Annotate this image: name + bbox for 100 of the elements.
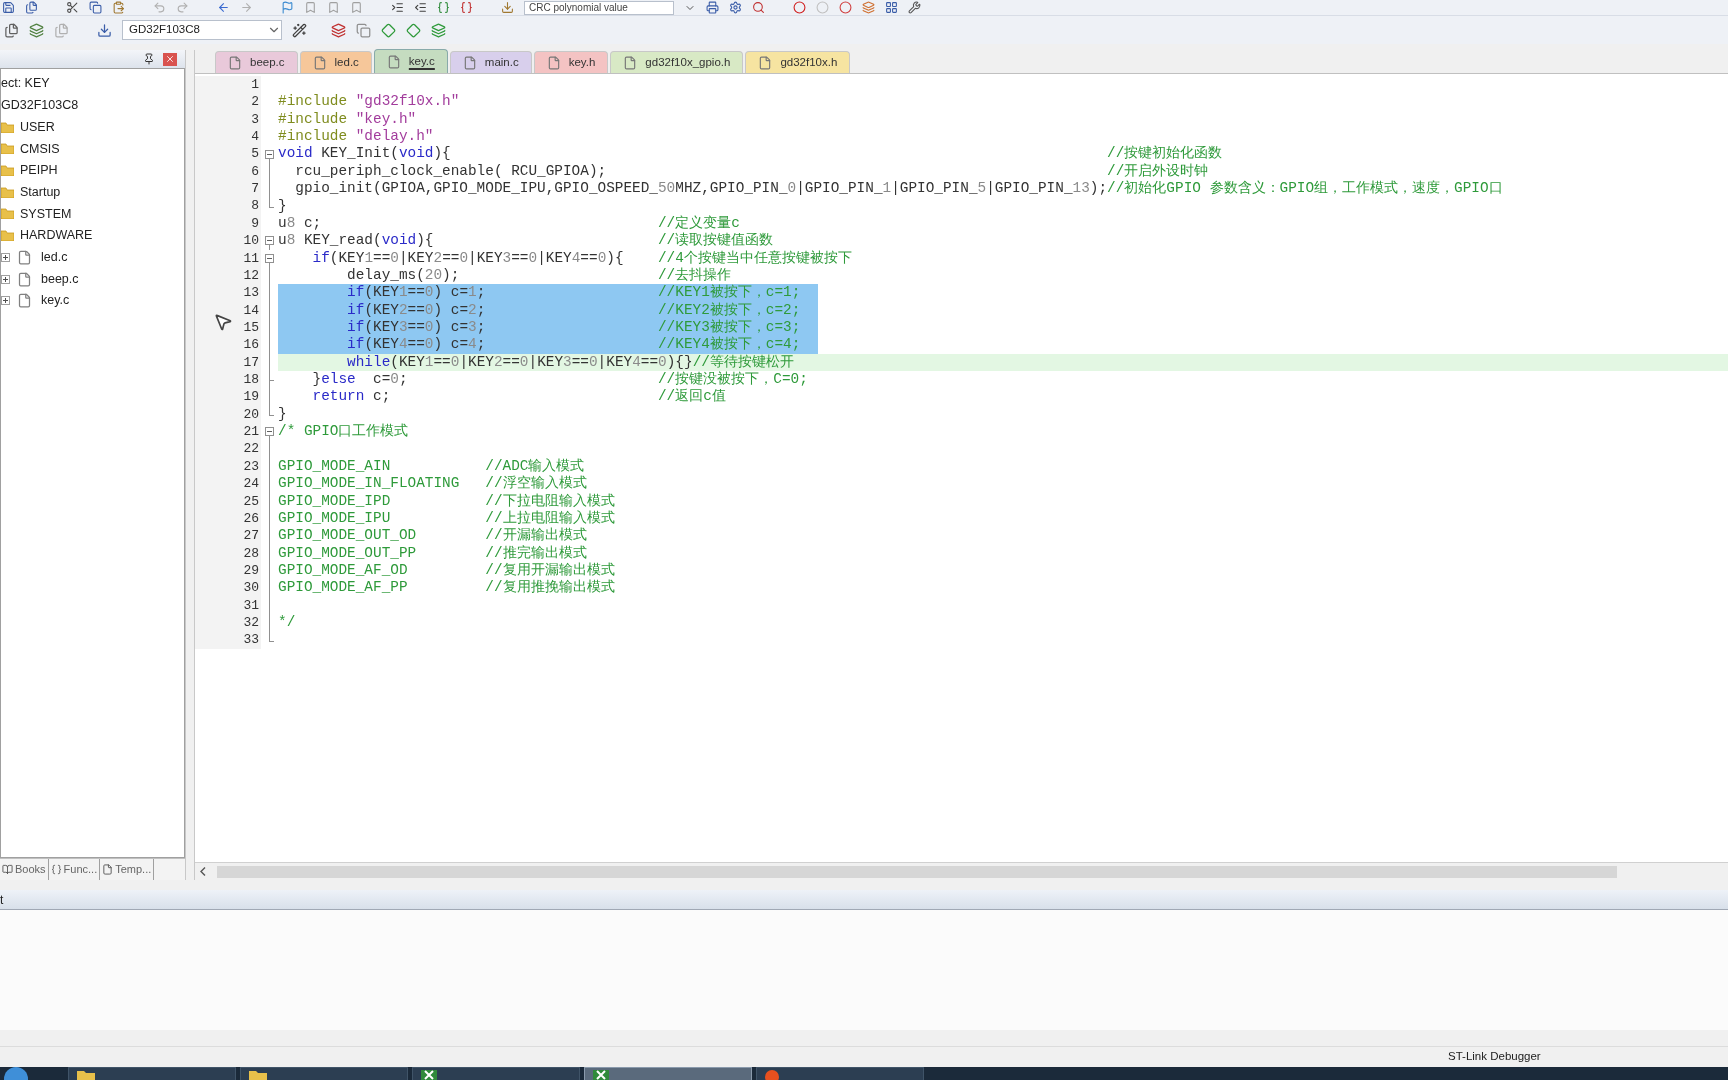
folder-icon [1,121,14,133]
scrollbar-thumb[interactable] [217,865,1617,878]
back-icon[interactable] [217,1,230,14]
tree-item[interactable]: beep.c [41,269,79,289]
code-line: GPIO_MODE_OUT_OD //开漏输出模式 [278,527,587,545]
line-number: 21 [243,423,259,442]
file-icon [102,864,114,875]
tree-item[interactable]: USER [20,117,55,137]
folder-icon [1,208,14,220]
paste-icon[interactable] [112,1,125,14]
file-tab[interactable]: gd32f10x_gpio.h [610,51,744,73]
save-icon[interactable] [2,1,15,14]
braces-icon[interactable] [437,1,450,14]
cut-icon[interactable] [66,1,79,14]
taskbar-button[interactable] [240,1067,408,1080]
line-number: 11 [243,249,259,268]
expand-icon[interactable] [1,252,10,262]
panel-tab[interactable]: Books [0,859,49,880]
code-line: GPIO_MODE_AIN //ADC输入模式 [278,457,585,475]
file-icon [228,55,242,70]
record-icon[interactable] [793,1,806,14]
flag-icon[interactable] [281,1,294,14]
circle-icon[interactable] [839,1,852,14]
file-tab[interactable]: gd32f10x.h [745,51,851,73]
tree-item[interactable]: Startup [20,182,61,202]
crc-field[interactable]: CRC polynomial value [524,0,674,15]
line-number: 19 [243,388,259,407]
search-icon[interactable] [752,1,765,14]
tree-item[interactable]: key.c [41,291,70,311]
close-button[interactable] [163,52,177,66]
file-icon [546,55,561,70]
layers-icon[interactable] [862,1,875,14]
taskbar-button[interactable] [68,1067,236,1080]
download-icon[interactable] [97,22,112,38]
line-number: 32 [243,614,259,633]
pin-icon[interactable] [143,53,155,65]
expand-icon[interactable] [1,274,10,284]
file-tab[interactable]: led.c [299,51,372,73]
layers-icon[interactable] [331,22,346,38]
file-tab[interactable]: key.c [373,49,448,73]
code-line: if(KEY1==0|KEY2==0|KEY3==0|KEY4==0){ //4个按键当中任意按键被按下 [311,249,852,267]
panel-title: t [0,891,4,909]
close-icon [165,54,175,64]
fold-minus-icon[interactable] [265,149,274,159]
layers-icon[interactable] [29,22,44,38]
file-icon [312,55,327,70]
line-number: 26 [243,509,259,528]
tree-item[interactable]: ect: KEY [1,74,50,94]
tree-item[interactable]: led.c [41,247,68,267]
line-number: 18 [243,371,259,390]
panel-tab[interactable]: Func... [48,859,101,880]
line-number: 4 [251,128,259,146]
file-tab[interactable]: main.c [449,51,532,73]
file-icon [17,293,32,309]
copy-icon[interactable] [89,1,102,14]
download-icon[interactable] [501,1,514,14]
braces-icon[interactable] [460,1,473,14]
line-number: 1 [251,75,259,94]
documents-icon[interactable] [4,22,19,38]
file-tab[interactable]: key.h [533,51,609,73]
diamond-icon[interactable] [381,22,396,38]
wand-icon[interactable] [292,22,307,38]
code-line: void KEY_Init(void){ //按键初始化函数 [278,145,1223,163]
wrench-icon[interactable] [908,1,921,14]
code-line: GPIO_MODE_OUT_PP //推完输出模式 [278,544,587,562]
tree-item[interactable]: HARDWARE [20,226,93,246]
fold-minus-icon[interactable] [265,427,274,437]
outdent-icon[interactable] [414,1,427,14]
settings-icon[interactable] [729,1,742,14]
line-number: 3 [251,110,259,129]
tree-item[interactable]: CMSIS [20,139,60,159]
tree-item[interactable]: GD32F103C8 [1,96,79,115]
fold-minus-icon[interactable] [265,253,274,263]
file-icon [17,249,32,265]
window-icon[interactable] [885,1,898,14]
panel-tab[interactable]: Temp... [100,859,155,880]
braces-icon [50,864,62,875]
target-select[interactable]: GD32F103C8 [122,20,282,40]
copy-icon[interactable] [356,22,371,38]
taskbar-button[interactable] [412,1067,580,1080]
code-line: GPIO_MODE_AF_OD //复用开漏输出模式 [278,562,615,579]
diamond-icon[interactable] [406,22,421,38]
tree-item[interactable]: SYSTEM [20,204,72,224]
taskbar-button[interactable] [756,1067,924,1080]
fold-minus-icon[interactable] [265,236,274,246]
scroll-left-icon[interactable] [200,867,206,876]
printer-icon[interactable] [706,1,719,14]
layers-icon[interactable] [431,22,446,38]
line-number: 25 [243,492,259,511]
code-line: GPIO_MODE_AF_PP //复用推挽输出模式 [278,579,615,597]
code-line: return c; //返回c值 [311,388,726,406]
start-button[interactable] [4,1067,28,1080]
documents-icon[interactable] [25,1,38,14]
file-tab[interactable]: beep.c [215,51,298,73]
indent-icon[interactable] [391,1,404,14]
line-number: 31 [243,596,259,615]
expand-icon[interactable] [1,296,10,306]
tree-item[interactable]: PEIPH [20,161,58,180]
line-number: 16 [243,336,259,355]
file-icon [758,55,773,70]
